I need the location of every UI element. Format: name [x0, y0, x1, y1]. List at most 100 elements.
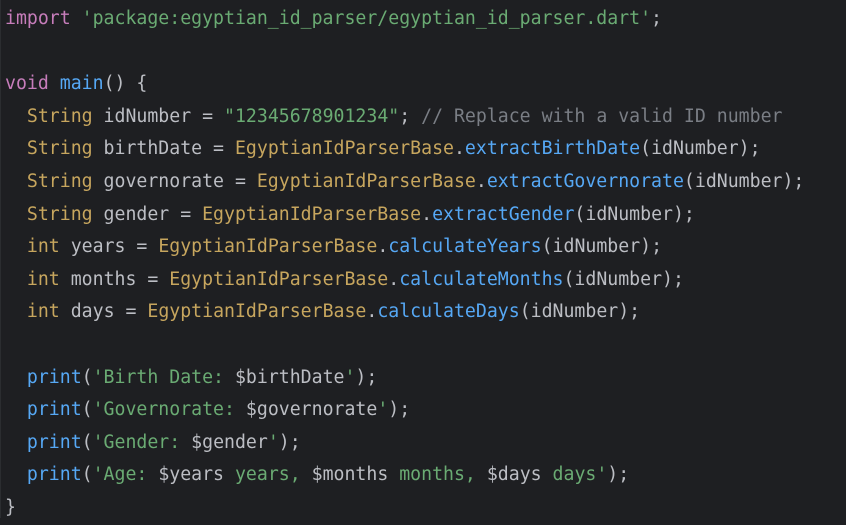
code-token: calculateYears	[388, 236, 542, 258]
code-token: calculateDays	[377, 301, 520, 323]
code-token: days'	[541, 464, 608, 486]
code-token: $gender	[191, 431, 268, 453]
code-token: );	[607, 464, 630, 486]
code-token: extractGender	[432, 203, 575, 225]
code-token: );	[278, 431, 301, 453]
code-token: months =	[59, 268, 170, 290]
code-token: EgyptianIdParserBase	[169, 268, 389, 290]
code-token: EgyptianIdParserBase	[158, 236, 378, 258]
code-line[interactable]: }	[5, 492, 804, 525]
code-token: .	[475, 170, 487, 192]
code-token: governorate =	[92, 170, 257, 192]
code-token: (idNumber);	[683, 170, 805, 192]
code-token: idNumber =	[92, 105, 225, 127]
code-area[interactable]: import 'package:egyptian_id_parser/egypt…	[5, 3, 804, 525]
code-token: 'Gender:	[92, 431, 192, 453]
code-line[interactable]: int years = EgyptianIdParserBase.calcula…	[5, 231, 804, 264]
code-token: print	[26, 431, 82, 453]
code-token: (idNumber);	[574, 203, 695, 225]
code-line[interactable]	[5, 329, 804, 362]
code-token: 'Birth Date:	[92, 366, 235, 388]
code-line[interactable]: String idNumber = "12345678901234"; // R…	[5, 101, 804, 134]
code-token: 'Governorate:	[92, 399, 246, 421]
code-token: '	[377, 399, 389, 421]
code-line[interactable]: String governorate = EgyptianIdParserBas…	[5, 166, 804, 199]
code-token: $birthDate	[234, 366, 345, 388]
code-token: 'package:egyptian_id_parser/egyptian_id_…	[81, 8, 652, 29]
code-token: EgyptianIdParserBase	[234, 138, 454, 160]
code-token: print	[26, 464, 82, 486]
code-line[interactable]: int days = EgyptianIdParserBase.calculat…	[5, 296, 804, 329]
code-token: int	[26, 236, 60, 258]
code-line[interactable]: String gender = EgyptianIdParserBase.ext…	[5, 199, 804, 232]
code-token: .	[421, 203, 433, 225]
code-line[interactable]: print('Gender: $gender');	[5, 427, 804, 460]
code-token: // Replace with a valid ID number	[421, 105, 783, 127]
code-token: (	[81, 366, 93, 388]
code-token: $days	[486, 464, 542, 486]
code-token: .	[453, 138, 465, 160]
code-line[interactable]: import 'package:egyptian_id_parser/egypt…	[5, 3, 804, 36]
code-token: void	[5, 73, 49, 95]
code-token: extractGovernorate	[486, 170, 684, 192]
code-token: '	[267, 431, 279, 453]
code-token: (idNumber);	[519, 301, 641, 323]
code-token: (	[81, 431, 93, 453]
code-token: EgyptianIdParserBase	[202, 203, 422, 225]
code-token: $governorate	[245, 399, 378, 421]
code-token: EgyptianIdParserBase	[147, 301, 367, 323]
code-token: int	[26, 268, 60, 290]
code-token: birthDate =	[92, 138, 235, 160]
code-token: EgyptianIdParserBase	[256, 170, 476, 192]
code-line[interactable]: int months = EgyptianIdParserBase.calcul…	[5, 264, 804, 297]
code-token: $years	[158, 464, 225, 486]
code-token: (idNumber);	[640, 138, 761, 160]
code-token: gender =	[92, 203, 203, 225]
code-line[interactable]	[5, 36, 804, 69]
code-token: print	[26, 399, 82, 421]
code-token: int	[26, 301, 60, 323]
code-token: months,	[388, 464, 487, 486]
code-token: days =	[59, 301, 148, 323]
code-line[interactable]: print('Governorate: $governorate');	[5, 394, 804, 427]
code-line[interactable]: print('Birth Date: $birthDate');	[5, 362, 804, 395]
code-token: "12345678901234"	[224, 105, 400, 127]
code-token: years =	[59, 236, 159, 258]
code-token: (	[81, 399, 93, 421]
code-token: String	[26, 170, 93, 192]
code-token: (idNumber);	[541, 236, 663, 258]
code-token: (	[81, 464, 93, 486]
code-line[interactable]: print('Age: $years years, $months months…	[5, 459, 804, 492]
code-token: }	[5, 496, 16, 518]
code-token: years,	[224, 464, 312, 486]
code-token: );	[388, 399, 411, 421]
code-token: '	[344, 366, 356, 388]
code-token: ;	[651, 8, 662, 29]
code-token: $months	[311, 464, 389, 486]
code-line[interactable]: void main() {	[5, 68, 804, 101]
code-token: .	[388, 268, 400, 290]
code-token: main	[59, 73, 104, 95]
code-token: String	[26, 105, 93, 127]
code-line[interactable]: String birthDate = EgyptianIdParserBase.…	[5, 133, 804, 166]
code-editor[interactable]: import 'package:egyptian_id_parser/egypt…	[0, 0, 846, 518]
code-token: ;	[399, 105, 422, 127]
code-token: extractBirthDate	[464, 138, 641, 160]
code-token: String	[26, 203, 93, 225]
code-token: calculateMonths	[399, 268, 564, 290]
code-token: import	[5, 8, 71, 29]
code-token: () {	[103, 73, 148, 95]
